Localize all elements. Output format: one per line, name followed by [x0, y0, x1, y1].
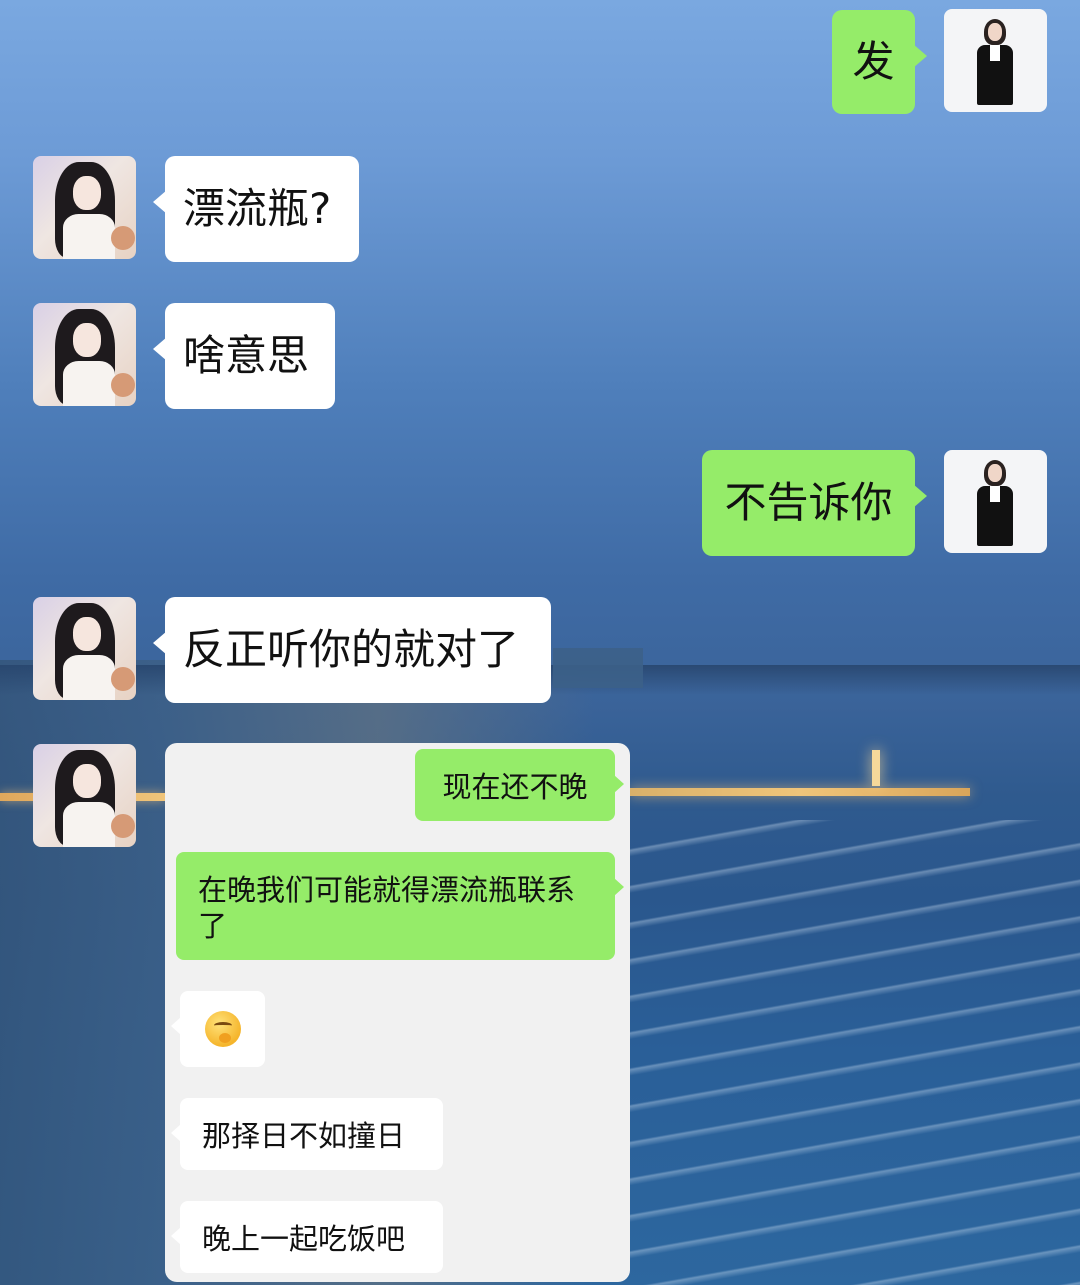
message-text: 不告诉你 [724, 478, 893, 527]
message-bubble-received[interactable]: 漂流瓶? [153, 156, 359, 262]
forwarded-message-received: 晚上一起吃饭吧 [171, 1201, 443, 1273]
contact-avatar[interactable] [33, 597, 136, 700]
message-text: 啥意思 [183, 331, 310, 380]
forwarded-message-received: 那择日不如撞日 [171, 1098, 443, 1170]
self-avatar[interactable] [944, 450, 1047, 553]
background-building [553, 648, 643, 688]
contact-avatar[interactable] [33, 303, 136, 406]
forwarded-chat-screenshot[interactable]: 现在还不晚 在晚我们可能就得漂流瓶联系了 那择日不如撞日 晚上一起吃饭吧 [165, 743, 630, 1282]
message-text: 漂流瓶? [183, 184, 332, 233]
message-text: 反正听你的就对了 [183, 625, 520, 674]
message-bubble-sent[interactable]: 不告诉你 [702, 450, 927, 556]
forwarded-message-sent: 现在还不晚 [415, 749, 624, 821]
background-lamp [872, 750, 880, 786]
contact-avatar[interactable] [33, 744, 136, 847]
forwarded-message-text: 那择日不如撞日 [202, 1119, 406, 1153]
thinking-face-emoji-icon [204, 1011, 241, 1047]
forwarded-message-received [171, 991, 265, 1067]
message-bubble-sent[interactable]: 发 [832, 10, 927, 114]
background-pier [630, 788, 970, 796]
forwarded-message-text: 晚上一起吃饭吧 [202, 1222, 406, 1256]
message-text: 发 [852, 37, 895, 86]
contact-avatar[interactable] [33, 156, 136, 259]
message-bubble-received[interactable]: 啥意思 [153, 303, 335, 409]
forwarded-message-sent: 在晚我们可能就得漂流瓶联系了 [176, 852, 624, 960]
message-bubble-received[interactable]: 反正听你的就对了 [153, 597, 551, 703]
background-waves [630, 820, 1080, 1285]
self-avatar[interactable] [944, 9, 1047, 112]
forwarded-message-text: 在晚我们可能就得漂流瓶联系了 [198, 873, 576, 943]
forwarded-message-text: 现在还不晚 [442, 770, 588, 804]
